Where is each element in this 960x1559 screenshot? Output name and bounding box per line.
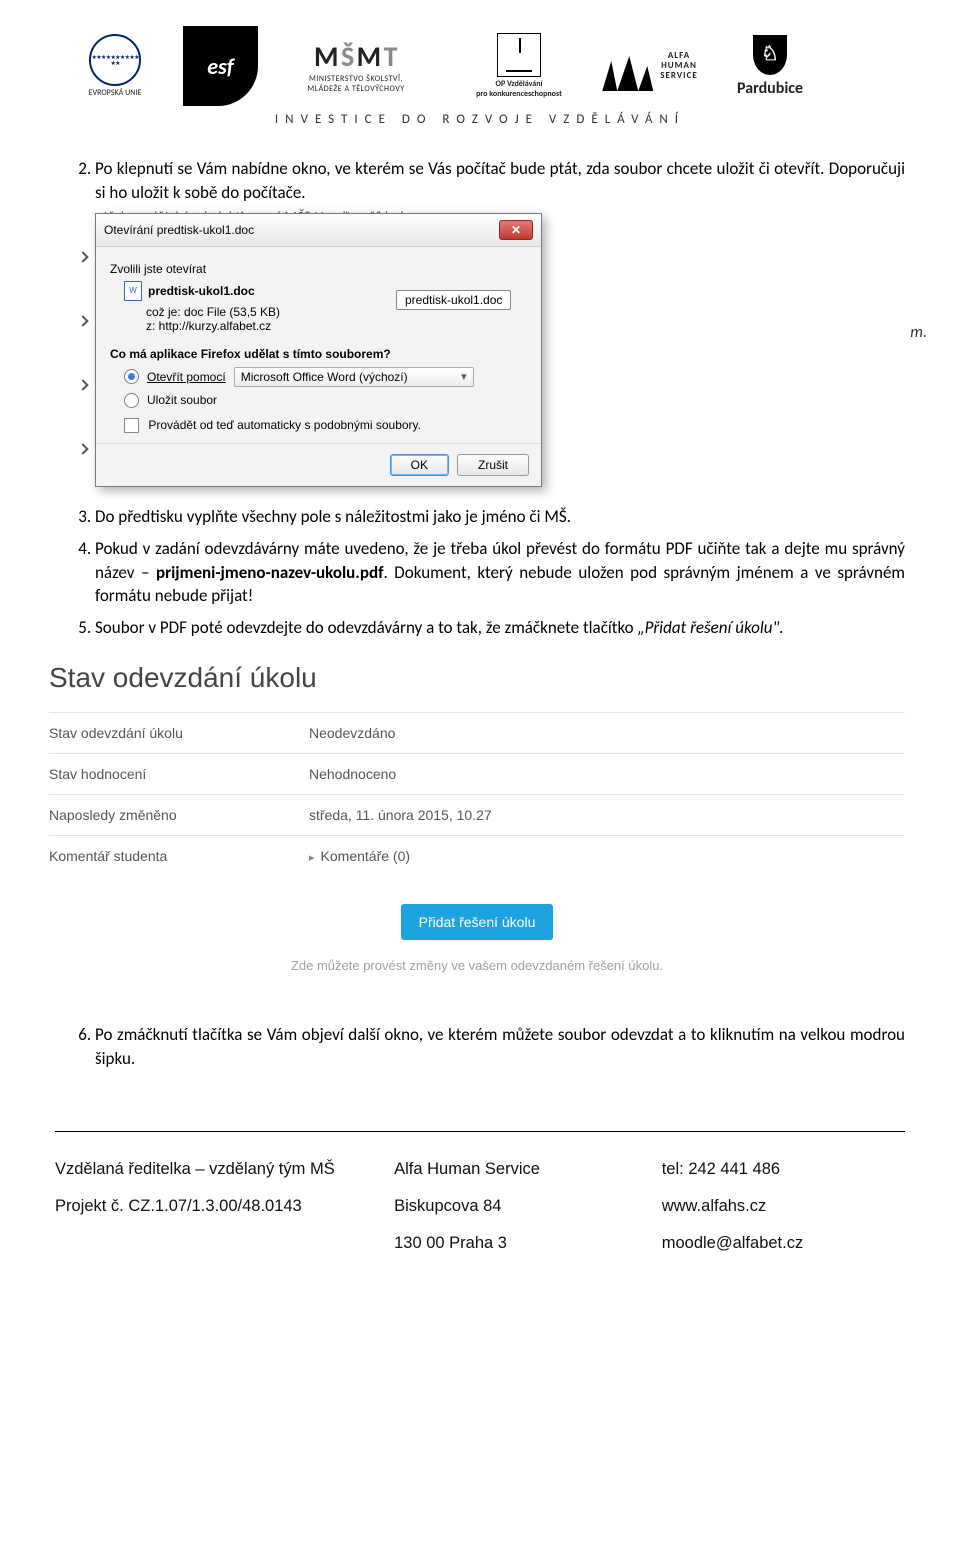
status-value: Nehodnoceno (309, 766, 905, 782)
logo-op: OP Vzdělávání pro konkurenceschopnost (454, 26, 584, 106)
pardubice-label: Pardubice (737, 79, 803, 98)
op-line1: OP Vzdělávání (496, 79, 543, 89)
dialog-source: z: http://kurzy.alfabet.cz (146, 319, 527, 333)
instruction-5: Soubor v PDF poté odevzdejte do odevzdáv… (95, 616, 905, 640)
pardubice-shield-icon (753, 35, 787, 75)
comments-value: Komentáře (0) (321, 848, 410, 864)
close-icon[interactable]: ✕ (499, 220, 533, 240)
radio-save-file[interactable] (124, 393, 139, 408)
filename-tooltip: predtisk-ukol1.doc (396, 290, 511, 310)
checkbox-auto[interactable] (124, 418, 139, 433)
footer-street: Biskupcova 84 (394, 1197, 652, 1216)
page-footer: Vzdělaná ředitelka – vzdělaný tým MŠ Alf… (55, 1160, 905, 1253)
instruction-5b: „Přidat řešení úkolu". (637, 617, 783, 638)
doc-file-icon: W (124, 281, 142, 301)
logo-msmt: MŠMT MINISTERSTVO ŠKOLSTVÍ, MLÁDEŽE A TĚ… (266, 26, 446, 106)
bg-bullets (79, 253, 87, 453)
instruction-5a: Soubor v PDF poté odevzdejte do odevzdáv… (95, 617, 637, 638)
instruction-6: Po zmáčknutí tlačítka se Vám objeví dalš… (95, 1023, 905, 1071)
open-with-label: Otevřít pomocí (147, 370, 226, 384)
dialog-question: Co má aplikace Firefox udělat s tímto so… (110, 347, 527, 361)
moodle-hint: Zde můžete provést změny ve vašem odevzd… (49, 958, 905, 973)
footer-project-name: Vzdělaná ředitelka – vzdělaný tým MŠ (55, 1160, 384, 1179)
footer-phone: tel: 242 441 486 (662, 1160, 905, 1179)
moodle-status-screenshot: Stav odevzdání úkolu Stav odevzdání úkol… (49, 662, 905, 973)
ahs-figure-icon (596, 41, 656, 91)
logo-ahs: ALFA HUMAN SERVICE (592, 26, 702, 106)
footer-org: Alfa Human Service (394, 1160, 652, 1179)
chevron-right-icon (77, 379, 88, 390)
status-value[interactable]: ▸ Komentáře (0) (309, 848, 905, 864)
auto-label: Provádět od teď automaticky s podobnými … (148, 418, 421, 432)
chevron-right-icon (77, 315, 88, 326)
instructions-list-6: Po zmáčknutí tlačítka se Vám objeví dalš… (55, 1023, 905, 1071)
instruction-3: Do předtisku vyplňte všechny pole s nále… (95, 505, 905, 529)
status-row-lastmodified: Naposledy změněno středa, 11. února 2015… (49, 794, 905, 835)
msmt-mark-icon: MŠMT (314, 39, 398, 74)
status-row-submission: Stav odevzdání úkolu Neodevzdáno (49, 712, 905, 753)
footer-rule (55, 1131, 905, 1132)
cancel-button[interactable]: Zrušit (457, 454, 529, 476)
disclosure-triangle-icon[interactable]: ▸ (309, 851, 315, 864)
instruction-2: Po klepnutí se Vám nabídne okno, ve kter… (95, 157, 905, 205)
logo-eu-label: EVROPSKÁ UNIE (89, 88, 142, 98)
logo-esf-label: esf (207, 53, 233, 80)
instruction-4b: prijmeni-jmeno-nazev-ukolu.pdf (156, 562, 384, 583)
ahs-line3: SERVICE (660, 71, 697, 81)
msmt-line1: MINISTERSTVO ŠKOLSTVÍ, (309, 74, 403, 84)
ok-button[interactable]: OK (390, 454, 449, 476)
chevron-right-icon (77, 251, 88, 262)
dialog-chose-label: Zvolili jste otevírat (110, 262, 527, 276)
footer-project-num: Projekt č. CZ.1.07/1.3.00/48.0143 (55, 1197, 384, 1216)
moodle-heading: Stav odevzdání úkolu (49, 662, 905, 694)
dialog-title-text: Otevírání predtisk-ukol1.doc (104, 223, 254, 237)
instruction-4: Pokud v zadání odevzdávárny máte uvedeno… (95, 537, 905, 608)
status-value: Neodevzdáno (309, 725, 905, 741)
save-file-label: Uložit soubor (147, 393, 217, 407)
op-line2: pro konkurenceschopnost (476, 89, 562, 99)
logo-esf: esf (183, 26, 258, 106)
radio-open-with[interactable] (124, 369, 139, 384)
chevron-right-icon (77, 443, 88, 454)
eu-stars-icon (89, 34, 141, 86)
status-row-comments: Komentář studenta ▸ Komentáře (0) (49, 835, 905, 876)
instructions-list: Po klepnutí se Vám nabídne okno, ve kter… (55, 157, 905, 205)
footer-web: www.alfahs.cz (662, 1197, 905, 1216)
open-with-combo[interactable]: Microsoft Office Word (výchozí) (234, 367, 474, 387)
status-row-grading: Stav hodnocení Nehodnoceno (49, 753, 905, 794)
status-label: Naposledy změněno (49, 807, 309, 823)
download-dialog-screenshot: otřebu v dětském kolektivu své MŠ? Uveďt… (95, 213, 905, 487)
dialog-titlebar: Otevírání predtisk-ukol1.doc ✕ (96, 214, 541, 247)
op-box-icon (497, 33, 541, 77)
msmt-line2: MLÁDEŽE A TĚLOVÝCHOVY (307, 84, 404, 94)
footer-city: 130 00 Praha 3 (394, 1234, 652, 1253)
dialog-filename: predtisk-ukol1.doc (148, 284, 255, 298)
instructions-list-cont: Do předtisku vyplňte všechny pole s nále… (55, 505, 905, 640)
status-value: středa, 11. února 2015, 10.27 (309, 807, 905, 823)
add-solution-button[interactable]: Přidat řešení úkolu (401, 904, 554, 940)
right-text-fragment: m. (910, 323, 927, 342)
status-label: Stav hodnocení (49, 766, 309, 782)
footer-blank (55, 1234, 384, 1253)
status-label: Stav odevzdání úkolu (49, 725, 309, 741)
header-logo-row: EVROPSKÁ UNIE esf MŠMT MINISTERSTVO ŠKOL… (55, 26, 905, 106)
firefox-open-dialog: Otevírání predtisk-ukol1.doc ✕ Zvolili j… (95, 213, 542, 487)
status-label: Komentář studenta (49, 848, 309, 864)
investice-tagline: INVESTICE DO ROZVOJE VZDĚLÁVÁNÍ (55, 112, 905, 127)
logo-eu: EVROPSKÁ UNIE (55, 26, 175, 106)
footer-email: moodle@alfabet.cz (662, 1234, 905, 1253)
logo-pardubice: Pardubice (710, 26, 830, 106)
